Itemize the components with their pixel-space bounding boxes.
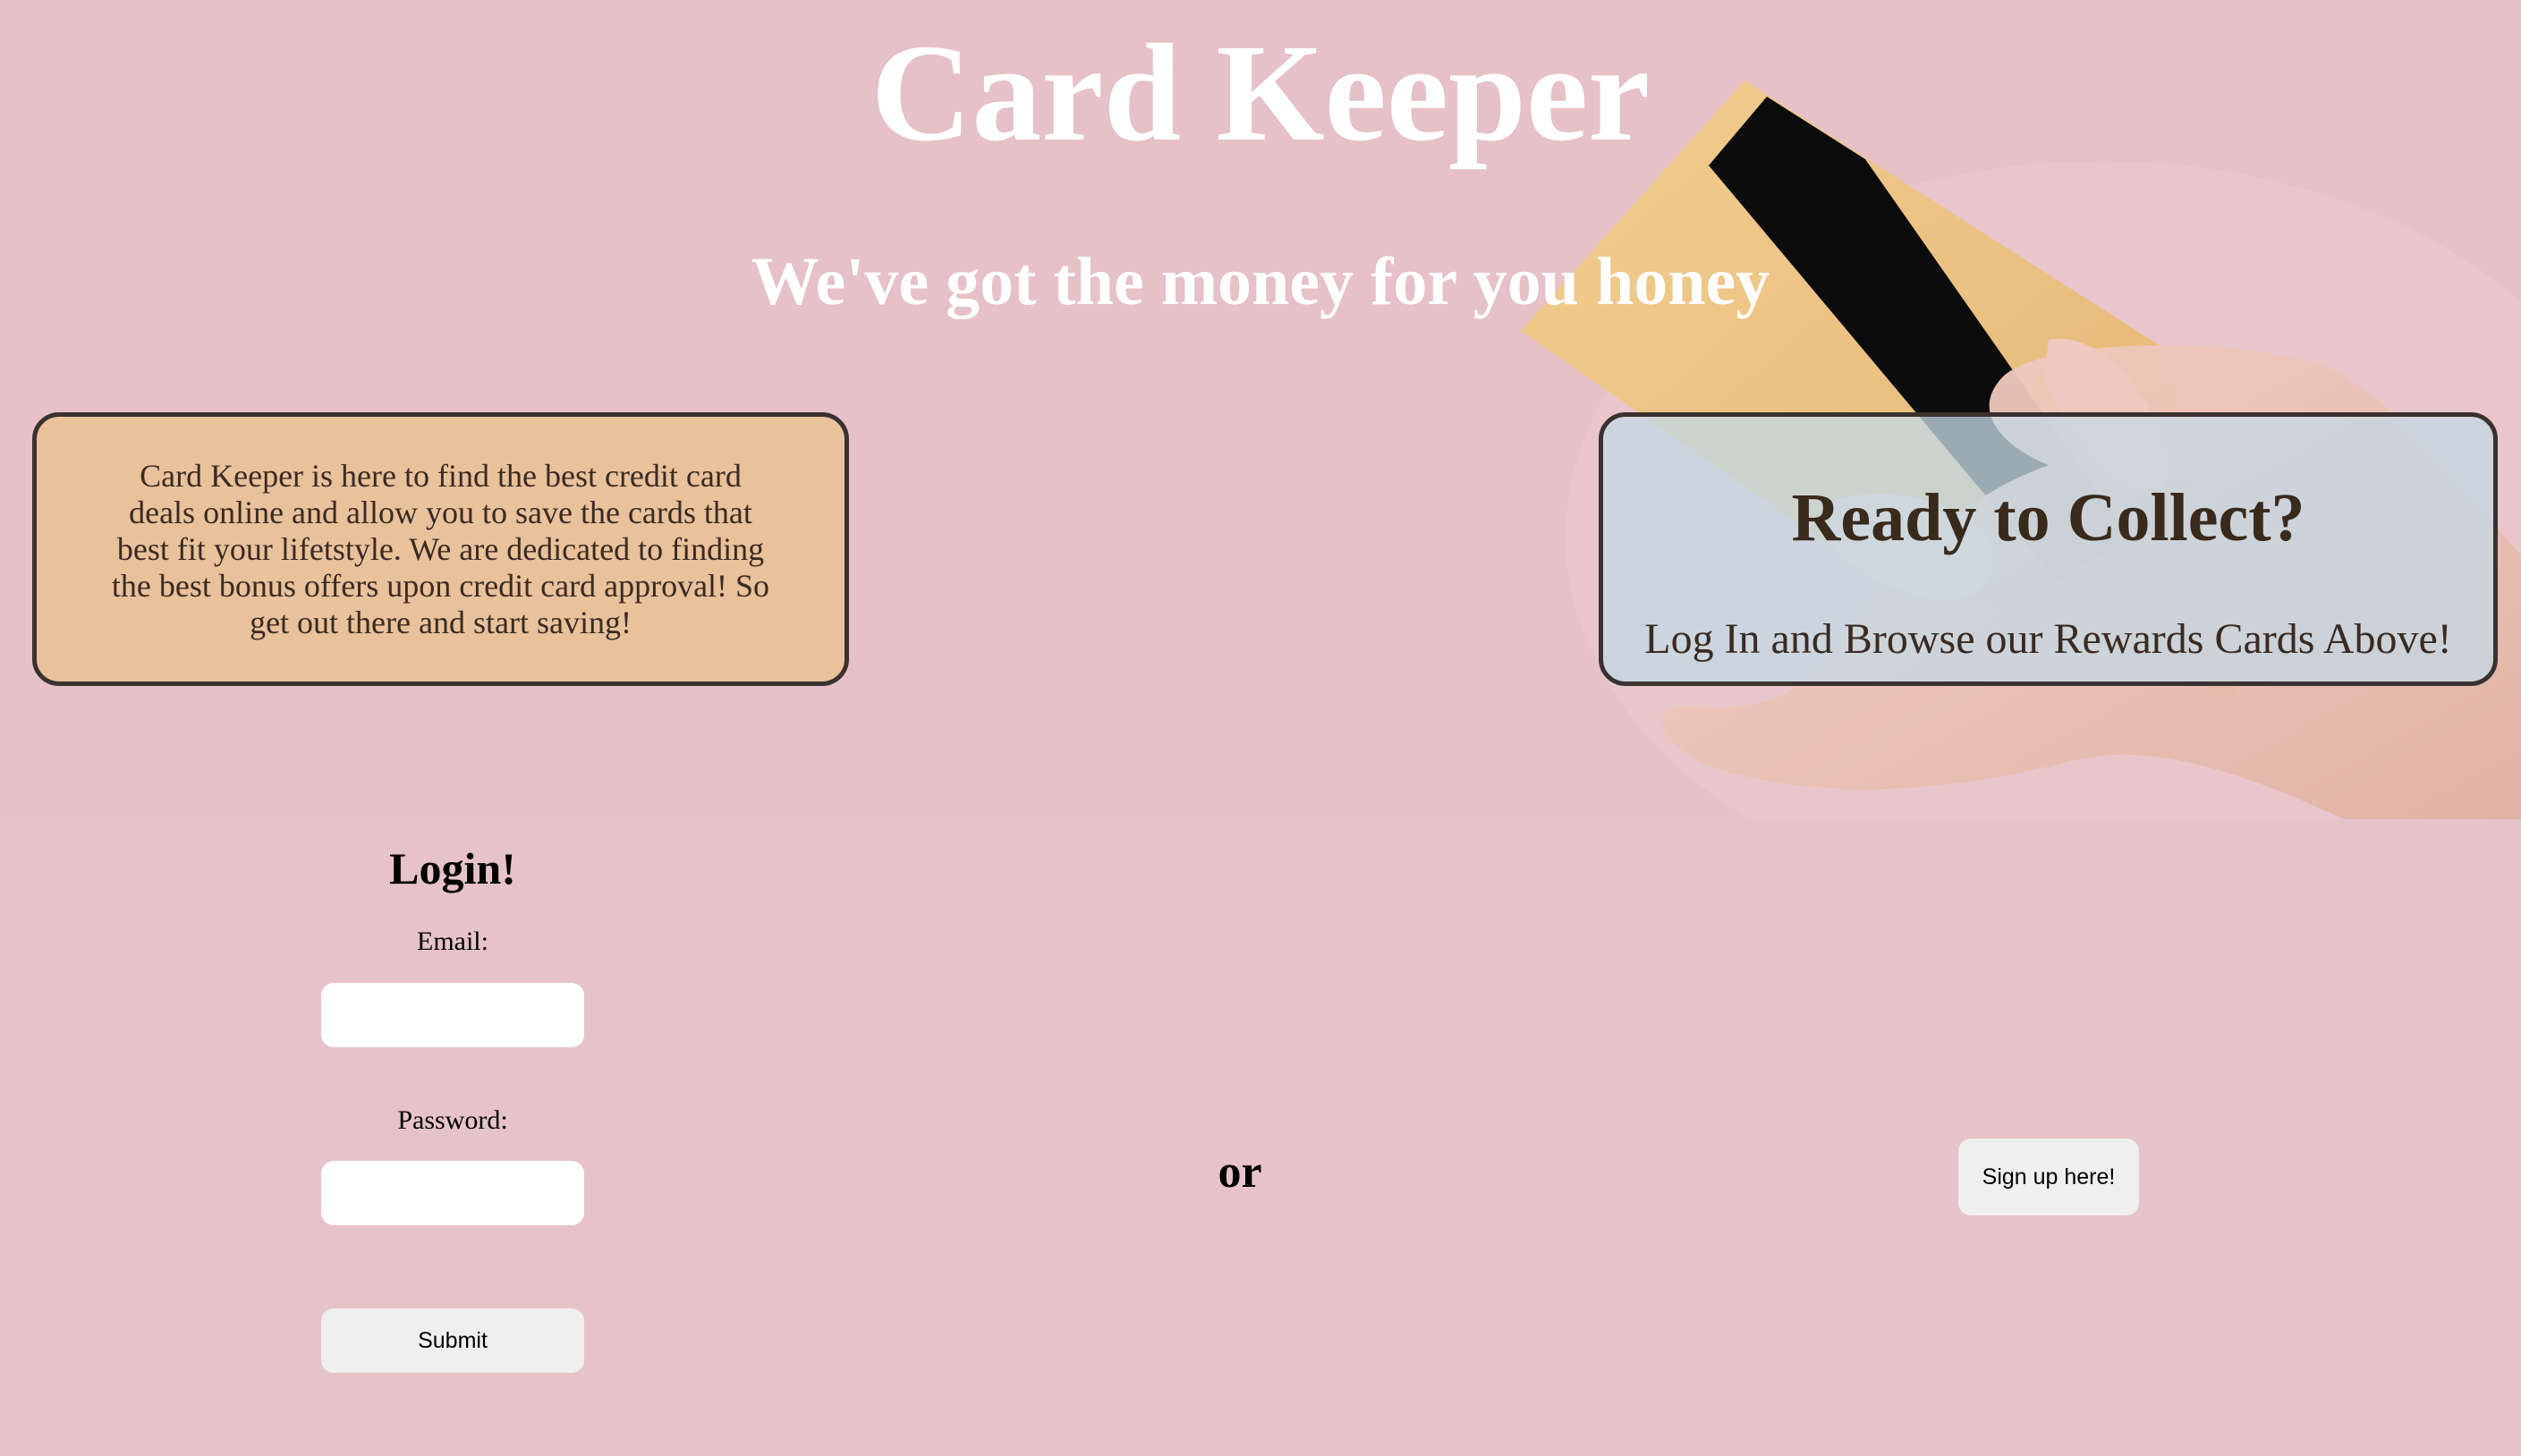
password-field[interactable] — [321, 1161, 584, 1225]
hero-banner: Card Keeper We've got the money for you … — [0, 0, 2521, 819]
login-section: Login! Email: Password: Submit or Sign u… — [0, 819, 2521, 1456]
email-field[interactable] — [321, 983, 584, 1047]
site-title: Card Keeper — [870, 15, 1651, 170]
cta-box: Ready to Collect? Log In and Browse our … — [1599, 412, 2498, 686]
about-box: Card Keeper is here to find the best cre… — [32, 412, 849, 686]
cta-text: Log In and Browse our Rewards Cards Abov… — [1644, 615, 2452, 663]
email-label: Email: — [417, 927, 488, 956]
sign-up-button[interactable]: Sign up here! — [1958, 1139, 2139, 1215]
or-separator: or — [1218, 1147, 1262, 1198]
site-tagline: We've got the money for you honey — [751, 244, 1770, 319]
about-text: Card Keeper is here to find the best cre… — [111, 457, 770, 640]
submit-button[interactable]: Submit — [321, 1308, 584, 1373]
cta-title: Ready to Collect? — [1791, 480, 2305, 555]
password-label: Password: — [397, 1105, 508, 1135]
login-title: Login! — [389, 843, 516, 893]
